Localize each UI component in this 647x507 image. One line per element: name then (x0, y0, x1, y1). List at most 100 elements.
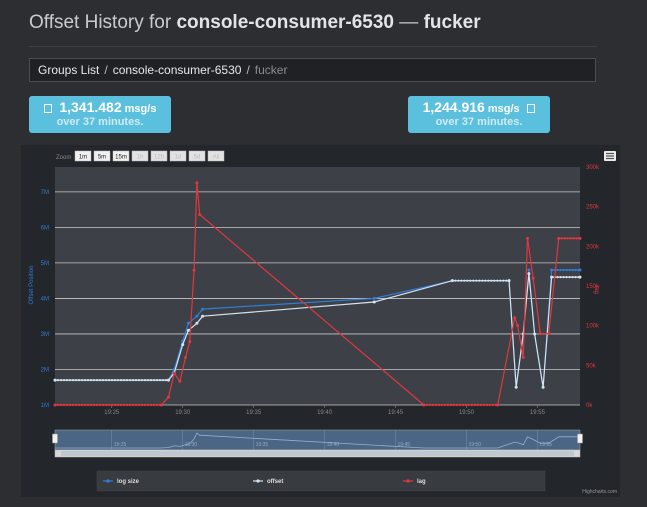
credits[interactable]: Highcharts.com (582, 489, 617, 495)
data-point (128, 379, 132, 382)
data-point (201, 307, 205, 311)
breadcrumb-separator: / (104, 63, 108, 77)
breadcrumb: Groups List / console-consumer-6530 / fucker (29, 58, 596, 82)
title-dash: — (399, 12, 419, 33)
data-point (83, 403, 87, 407)
data-point (113, 379, 117, 382)
data-point (461, 403, 465, 407)
data-point (559, 268, 562, 272)
data-point (195, 321, 199, 325)
data-point (490, 279, 493, 282)
x-tick-label: 19:35 (246, 410, 262, 416)
x-tick-label: 19:45 (388, 410, 404, 416)
consume-rate-unit: msg/s (487, 103, 520, 115)
data-point (198, 213, 202, 217)
data-point (56, 403, 60, 407)
zoom-button-label[interactable]: 1d (175, 155, 182, 161)
consume-rate-box: 1,244.916 msg/s over 37 minutes. (408, 96, 550, 133)
data-point (98, 403, 102, 407)
breadcrumb-groups-list[interactable]: Groups List (38, 63, 99, 77)
zoom-button-label[interactable]: 5m (98, 155, 106, 161)
legend-marker[interactable] (256, 479, 260, 483)
zoom-button-label[interactable]: 1m (79, 155, 87, 161)
data-point (566, 237, 569, 240)
data-point (565, 276, 568, 279)
data-point (92, 379, 96, 382)
data-point (104, 379, 108, 382)
data-point (59, 379, 63, 382)
breadcrumb-group[interactable]: console-consumer-6530 (113, 63, 242, 77)
data-point (107, 379, 111, 382)
navigator[interactable]: 19:25 19:30 19:35 19:40 19:45 19:50 19:55 (52, 429, 583, 458)
data-point (574, 276, 577, 279)
data-point (122, 379, 126, 382)
title-divider (29, 46, 597, 47)
zoom-button-label[interactable]: 12h (154, 155, 164, 161)
data-point (449, 403, 453, 407)
navigator-scrollbar-thumb[interactable] (61, 451, 574, 456)
legend-marker[interactable] (106, 479, 110, 483)
title-topic: fucker (423, 12, 481, 33)
data-point (128, 403, 132, 407)
y-right-tick-label: 100k (586, 324, 600, 330)
data-point (572, 237, 575, 240)
legend-label[interactable]: log size (117, 479, 140, 485)
y-left-tick-label: 2M (41, 367, 49, 373)
data-point (101, 403, 105, 407)
data-point (460, 279, 463, 282)
data-point (125, 379, 129, 382)
data-point (201, 314, 205, 318)
y-right-tick-label: 0k (586, 403, 593, 409)
data-point (89, 379, 93, 382)
data-point (533, 332, 537, 336)
data-point (167, 395, 171, 399)
data-point (563, 237, 566, 240)
navigator-tick-label: 19:25 (114, 442, 127, 448)
chart-svg: Zoom 1m 5m 15m 1h 12h 1d 5d All 1M2M3M4M5M6M7M … (29, 150, 617, 495)
produce-rate-box: 1,341.482 msg/s over 37 minutes. (29, 96, 171, 133)
data-point (149, 379, 153, 382)
data-point (440, 403, 444, 407)
zoom-button-label[interactable]: All (213, 155, 220, 161)
data-point (499, 279, 502, 282)
zoom-button-label[interactable]: 5d (194, 155, 201, 161)
data-point (74, 379, 78, 382)
data-point (556, 276, 559, 279)
data-point (53, 403, 57, 407)
data-point (560, 237, 563, 240)
data-point (56, 379, 60, 382)
data-point (186, 328, 190, 332)
zoom-button-label[interactable]: 1h (137, 155, 144, 161)
data-point (538, 332, 542, 336)
legend-box (96, 470, 546, 492)
data-point (167, 378, 171, 382)
data-point (119, 403, 123, 407)
data-point (516, 324, 520, 328)
y-axis-right-label: lag (593, 286, 599, 294)
data-point (488, 403, 492, 407)
export-menu-button[interactable] (604, 151, 616, 161)
y-right-tick-label: 50k (586, 363, 597, 369)
data-point (59, 403, 63, 407)
navigator-handle[interactable] (52, 433, 58, 444)
legend-label[interactable]: lag (417, 479, 426, 485)
data-point (578, 268, 582, 272)
data-point (122, 403, 126, 407)
title-group: console-consumer-6530 (176, 12, 394, 33)
y-left-tick-label: 4M (41, 296, 49, 302)
data-point (526, 236, 529, 240)
data-point (473, 403, 477, 407)
zoom-button-label[interactable]: 15m (115, 155, 127, 161)
data-point (446, 403, 450, 407)
data-point (428, 403, 432, 407)
data-point (71, 403, 75, 407)
legend-label[interactable]: offset (267, 479, 283, 485)
data-point (513, 316, 517, 320)
data-point (65, 403, 69, 407)
navigator-handle[interactable] (577, 433, 583, 444)
data-point (491, 403, 495, 407)
data-point (68, 379, 72, 382)
arrow-in-icon (43, 104, 52, 113)
breadcrumb-separator: / (246, 63, 250, 77)
legend-marker[interactable] (406, 479, 410, 483)
